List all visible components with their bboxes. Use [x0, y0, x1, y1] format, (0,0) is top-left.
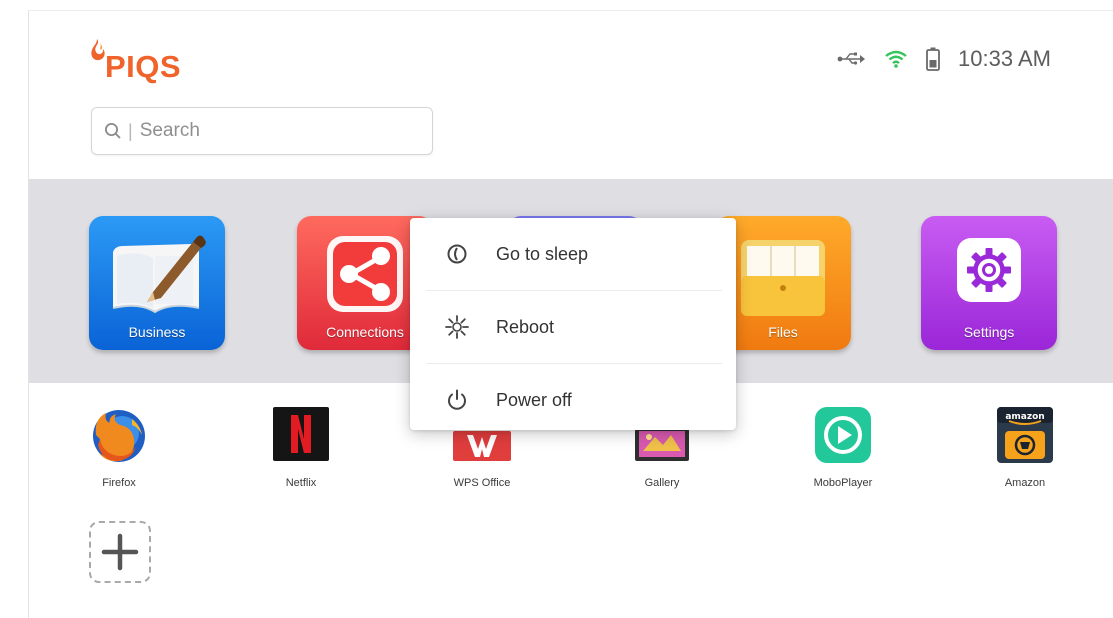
moboplayer-icon	[815, 407, 871, 463]
firefox-icon	[93, 410, 145, 462]
brand-logo: PIQS	[89, 37, 219, 87]
app-label: MoboPlayer	[813, 477, 873, 489]
tile-business[interactable]: Business	[89, 216, 225, 350]
clock: 10:33 AM	[958, 46, 1051, 71]
battery-icon	[926, 47, 940, 71]
gear-icon	[957, 238, 1021, 302]
usb-icon	[837, 52, 866, 65]
sleep-icon	[447, 244, 467, 264]
plus-icon	[101, 533, 139, 571]
search-input[interactable]: | Search	[91, 107, 433, 155]
app-label: Gallery	[644, 477, 680, 489]
reboot-icon	[445, 315, 469, 339]
app-label: Firefox	[102, 477, 136, 489]
status-bar: 10:33 AM	[836, 43, 1051, 75]
svg-text:amazon: amazon	[1005, 412, 1044, 422]
app-moboplayer[interactable]: MoboPlayer	[793, 405, 893, 495]
tile-settings[interactable]: Settings	[921, 216, 1057, 350]
app-label: Netflix	[285, 477, 317, 489]
add-app-button[interactable]	[89, 521, 151, 583]
app-amazon[interactable]: amazon Amazon	[975, 405, 1075, 495]
app-firefox[interactable]: Firefox	[69, 405, 169, 495]
power-icon	[448, 389, 466, 410]
search-cursor: |	[128, 120, 133, 141]
menu-item-reboot[interactable]: Reboot	[410, 291, 736, 363]
notebook-pen-icon	[112, 235, 206, 314]
tile-label: Settings	[963, 324, 1015, 340]
wifi-icon	[885, 50, 907, 68]
amazon-icon: amazon	[997, 407, 1053, 463]
menu-item-go-to-sleep[interactable]: Go to sleep	[410, 218, 736, 290]
launcher-screen: PIQS 10:33 AM | Search Business Connecti…	[28, 10, 1113, 618]
menu-item-label: Power off	[496, 389, 572, 410]
search-placeholder: Search	[139, 120, 200, 141]
menu-item-power-off[interactable]: Power off	[410, 364, 736, 430]
app-label: Amazon	[1004, 477, 1046, 489]
tile-label: Business	[128, 324, 186, 340]
menu-item-label: Reboot	[496, 316, 555, 337]
brand-name: PIQS	[105, 49, 182, 84]
netflix-icon	[273, 407, 329, 461]
menu-item-label: Go to sleep	[496, 243, 589, 264]
app-netflix[interactable]: Netflix	[251, 405, 351, 495]
search-icon	[105, 123, 121, 139]
app-label: WPS Office	[453, 477, 511, 489]
power-menu: Go to sleep Reboot Power off	[410, 218, 736, 430]
